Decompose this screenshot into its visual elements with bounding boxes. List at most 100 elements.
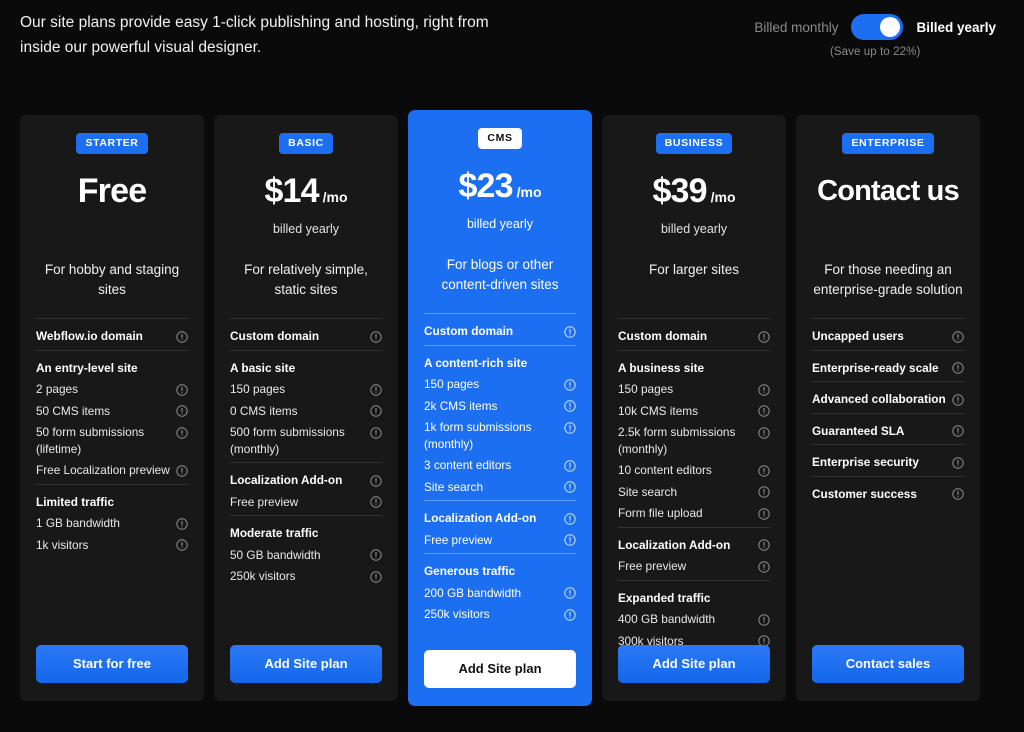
plan-badge-wrap: BUSINESS: [618, 133, 770, 154]
info-icon[interactable]: [564, 378, 576, 391]
info-icon[interactable]: [758, 464, 770, 477]
plan-badge: CMS: [478, 128, 522, 149]
info-icon[interactable]: [176, 405, 188, 417]
info-icon[interactable]: [758, 486, 770, 498]
feature-section: Generous traffic 200 GB bandwidth 250k vis…: [424, 553, 576, 623]
feature-label: Moderate traffic: [230, 526, 319, 540]
feature-row: 3 content editors: [424, 457, 576, 474]
info-icon[interactable]: [370, 570, 382, 583]
billing-period-toggle[interactable]: [851, 14, 904, 40]
feature-row: Site search: [618, 484, 770, 501]
feature-section: An entry-level site 2 pages 50 CMS items 50…: [36, 349, 188, 479]
feature-row: Free preview: [424, 532, 576, 549]
plan-feature-list: Uncapped users Enterprise-ready scale Adva…: [812, 318, 964, 507]
info-icon[interactable]: [758, 539, 770, 551]
info-icon[interactable]: [758, 426, 770, 439]
plan-cta-wrap: Contact sales: [812, 645, 964, 683]
plan-tagline: For larger sites: [648, 262, 740, 277]
feature-label: 50 form submissions (lifetime): [36, 425, 145, 456]
plan-cta-button[interactable]: Add Site plan: [424, 650, 576, 688]
info-icon[interactable]: [758, 330, 770, 343]
plan-card-enterprise: ENTERPRISE Contact us For those needing an…: [796, 115, 980, 701]
billed-yearly-label[interactable]: Billed yearly: [916, 20, 996, 35]
plan-card-starter: STARTER Free For hobby and staging sites We…: [20, 115, 204, 701]
feature-label: Free preview: [618, 559, 687, 573]
feature-label: 250k visitors: [230, 569, 296, 583]
feature-row: Limited traffic: [36, 494, 188, 511]
feature-section: Enterprise security: [812, 444, 964, 471]
info-icon[interactable]: [370, 330, 382, 343]
plan-price-block: $14 /mo billed yearly: [230, 172, 382, 246]
feature-section: Custom domain: [618, 318, 770, 345]
feature-label: Advanced collaboration: [812, 392, 946, 406]
feature-label: 0 CMS items: [230, 403, 298, 418]
info-icon[interactable]: [176, 426, 188, 439]
feature-label: 2.5k form submissions (monthly): [618, 425, 736, 456]
plan-billed-note: billed yearly: [466, 217, 533, 231]
info-icon[interactable]: [952, 330, 964, 343]
feature-label: Site search: [618, 484, 678, 499]
feature-row: Site search: [424, 479, 576, 496]
info-icon[interactable]: [370, 549, 382, 561]
feature-label: Localization Add-on: [424, 511, 537, 525]
info-icon[interactable]: [370, 474, 382, 487]
plan-cta-wrap: Add Site plan: [230, 645, 382, 683]
feature-label: Localization Add-on: [230, 473, 343, 487]
info-icon[interactable]: [952, 425, 964, 437]
plan-feature-list: Custom domain A content-rich site 150 page…: [424, 313, 576, 628]
info-icon[interactable]: [758, 560, 770, 573]
plan-price: $14 /mo: [264, 172, 348, 210]
feature-row: Enterprise security: [812, 454, 964, 471]
billed-monthly-label[interactable]: Billed monthly: [754, 20, 838, 35]
info-icon[interactable]: [564, 512, 576, 525]
plan-card-basic: BASIC $14 /mo billed yearly For relatively …: [214, 115, 398, 701]
info-icon[interactable]: [952, 456, 964, 469]
feature-row: Webflow.io domain: [36, 328, 188, 345]
info-icon[interactable]: [176, 464, 188, 477]
feature-label: Expanded traffic: [618, 590, 711, 605]
feature-label: Enterprise-ready scale: [812, 360, 939, 375]
info-icon[interactable]: [176, 517, 188, 530]
feature-label: Customer success: [812, 486, 917, 501]
plan-price: $23 /mo: [458, 167, 542, 205]
plan-cta-button[interactable]: Start for free: [36, 645, 188, 683]
feature-label: 1k visitors: [36, 537, 89, 552]
info-icon[interactable]: [564, 534, 576, 546]
plan-cta-button[interactable]: Add Site plan: [230, 645, 382, 683]
feature-label: Limited traffic: [36, 494, 114, 509]
info-icon[interactable]: [952, 362, 964, 374]
info-icon[interactable]: [758, 383, 770, 396]
info-icon[interactable]: [370, 426, 382, 439]
feature-label: Generous traffic: [424, 564, 516, 578]
feature-label: Enterprise security: [812, 455, 919, 469]
feature-row: 250k visitors: [424, 606, 576, 623]
info-icon[interactable]: [758, 405, 770, 417]
feature-row: 50 form submissions (lifetime): [36, 424, 188, 457]
feature-label: Custom domain: [424, 324, 514, 338]
info-icon[interactable]: [176, 539, 188, 551]
info-icon[interactable]: [564, 481, 576, 493]
info-icon[interactable]: [564, 608, 576, 621]
info-icon[interactable]: [370, 383, 382, 396]
info-icon[interactable]: [758, 613, 770, 626]
info-icon[interactable]: [564, 587, 576, 599]
plan-cta-button[interactable]: Contact sales: [812, 645, 964, 683]
info-icon[interactable]: [176, 383, 188, 396]
feature-section: Advanced collaboration: [812, 381, 964, 408]
info-icon[interactable]: [370, 496, 382, 508]
info-icon[interactable]: [564, 400, 576, 412]
info-icon[interactable]: [564, 421, 576, 434]
info-icon[interactable]: [176, 330, 188, 343]
info-icon[interactable]: [758, 507, 770, 520]
feature-label: A business site: [618, 360, 705, 375]
info-icon[interactable]: [952, 393, 964, 406]
feature-row: Free preview: [618, 558, 770, 575]
toggle-knob: [880, 17, 901, 37]
info-icon[interactable]: [564, 459, 576, 472]
feature-row: A content-rich site: [424, 355, 576, 372]
plan-cta-wrap: Add Site plan: [424, 650, 576, 688]
plan-cta-button[interactable]: Add Site plan: [618, 645, 770, 683]
info-icon[interactable]: [952, 488, 964, 500]
info-icon[interactable]: [564, 325, 576, 338]
info-icon[interactable]: [370, 405, 382, 417]
